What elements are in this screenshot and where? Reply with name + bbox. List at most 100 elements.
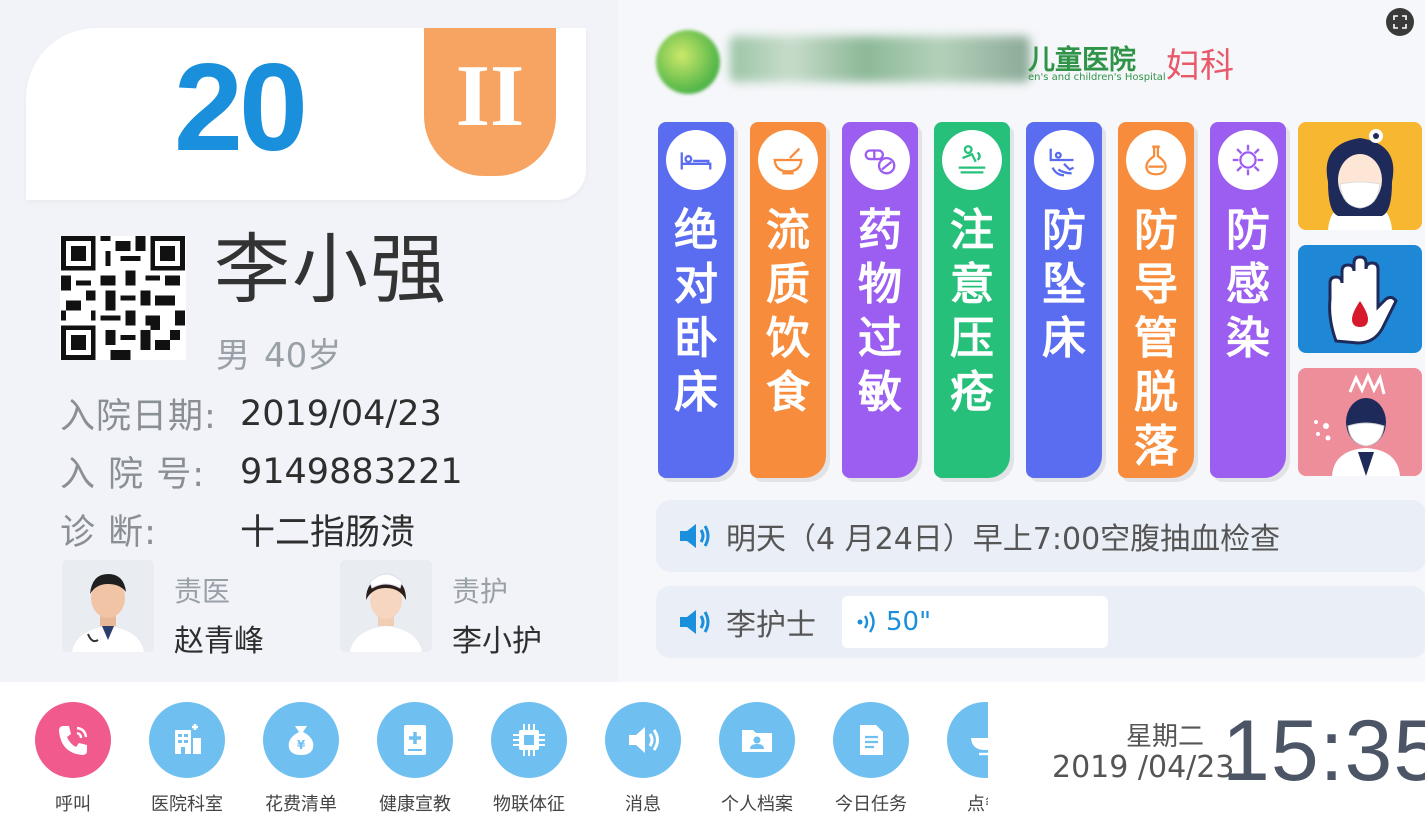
hospital-name-en: en's and children's Hospital [1028,72,1166,83]
department-name: 妇科 [1166,46,1234,86]
patient-age: 40岁 [264,336,342,376]
patient-qr-code[interactable] [60,236,186,360]
admission-number-label: 入 院 号: [60,455,206,495]
doctor-role: 责医 [174,575,231,608]
speaker-icon [680,610,710,634]
hand-blood-alert-icon[interactable] [1298,245,1422,353]
fullscreen-button[interactable] [1386,8,1414,36]
nav-label: 今日任务 [835,794,907,815]
patient-meta: 男 40岁 [216,328,341,377]
nav-label: 个人档案 [721,794,793,815]
admission-number-value: 9149883221 [240,451,463,492]
care-card-bed-rest[interactable]: 绝对卧床 [658,122,734,478]
nurse-avatar [340,560,432,652]
clock-time: 15:35 [1222,703,1425,799]
voice-wave-icon [857,611,875,633]
bed-icon [666,130,726,190]
speaker-icon [605,702,681,778]
nav-order-meal[interactable]: 点餐 [928,702,988,816]
nav-label: 呼叫 [55,794,91,815]
pressure-sore-icon [942,130,1002,190]
nav-label: 物联体征 [493,794,565,815]
nav-label: 消息 [625,794,661,815]
nav-iot-vitals[interactable]: 物联体征 [472,702,586,816]
care-card-fall-prevention[interactable]: 防坠床 [1026,122,1102,478]
phone-icon [35,702,111,778]
notice-message-text: 明天（4 月24日）早上7:00空腹抽血检查 [726,522,1281,557]
voice-play-button[interactable]: 50" [842,596,1108,648]
doctor-card[interactable]: 责医 赵青峰 [62,560,264,660]
folder-user-icon [719,702,795,778]
care-alert-cards: 绝对卧床 流质饮食 药物过敏 注意压疮 防坠床 防导管脱落 防感染 [658,122,1286,478]
voice-duration: 50" [886,607,932,637]
cough-alert-icon[interactable] [1298,368,1422,476]
bed-number: 20 [174,39,308,177]
care-level-badge: II [424,28,556,176]
flask-icon [1126,130,1186,190]
speaker-icon [680,524,710,548]
nav-call[interactable]: 呼叫 [16,702,130,816]
care-panel: 儿童医院 en's and children's Hospital 妇科 绝对卧… [618,0,1425,682]
diagnosis-row: 诊 断: 十二指肠溃 [60,504,415,555]
alert-pictures [1298,122,1422,491]
care-card-pressure-sore[interactable]: 注意压疮 [934,122,1010,478]
bed-card: 20 II [26,28,586,200]
nav-expense-list[interactable]: ¥ 花费清单 [244,702,358,816]
admit-date-label: 入院日期: [60,397,217,437]
diagnosis-label: 诊 断: [60,513,157,553]
nav-label: 花费清单 [265,794,337,815]
care-card-label: 药物过敏 [858,205,902,418]
nav-label: 健康宣教 [379,794,451,815]
care-card-label: 防导管脱落 [1134,205,1178,472]
admit-date-value: 2019/04/23 [240,393,442,434]
patient-panel: 20 II 李小强 男 40岁 入院日期: 2019/04/23 入 院 号: … [0,0,618,682]
nav-today-tasks[interactable]: 今日任务 [814,702,928,816]
bowl-icon [758,130,818,190]
care-card-liquid-diet[interactable]: 流质饮食 [750,122,826,478]
nav-label: 医院科室 [151,794,223,815]
nurse-mask-alert-icon[interactable] [1298,122,1422,230]
voice-sender: 李护士 [726,608,816,643]
nurse-role: 责护 [452,575,509,608]
meal-icon [947,702,988,778]
hospital-name-blurred [730,36,1030,82]
nav-hospital-departments[interactable]: 医院科室 [130,702,244,816]
nav-label: 点餐 [967,794,988,815]
care-card-label: 绝对卧床 [674,205,718,418]
doctor-name: 赵青峰 [174,624,264,659]
patient-gender: 男 [216,336,250,376]
diagnosis-value: 十二指肠溃 [240,513,416,553]
care-card-drug-allergy[interactable]: 药物过敏 [842,122,918,478]
building-icon [149,702,225,778]
svg-text:¥: ¥ [297,738,306,752]
admission-number-row: 入 院 号: 9149883221 [60,446,463,497]
care-card-label: 防坠床 [1042,205,1086,364]
care-card-infection[interactable]: 防感染 [1210,122,1286,478]
fullscreen-icon [1393,15,1407,29]
doctor-avatar [62,560,154,652]
nurse-name: 李小护 [452,624,542,659]
virus-icon [1218,130,1278,190]
voice-message[interactable]: 李护士 50" [656,586,1425,658]
document-icon [833,702,909,778]
health-book-icon [377,702,453,778]
hospital-logo-icon [656,30,720,94]
care-card-label: 流质饮食 [766,205,810,418]
pill-icon [850,130,910,190]
care-card-catheter[interactable]: 防导管脱落 [1118,122,1194,478]
care-card-label: 防感染 [1226,205,1270,364]
money-bag-icon: ¥ [263,702,339,778]
care-card-label: 注意压疮 [950,205,994,418]
nurse-card[interactable]: 责护 李小护 [340,560,542,660]
fall-icon [1034,130,1094,190]
nav-health-education[interactable]: 健康宣教 [358,702,472,816]
weekday: 星期二 [1126,722,1205,752]
notice-message[interactable]: 明天（4 月24日）早上7:00空腹抽血检查 [656,500,1425,572]
chip-icon [491,702,567,778]
nav-messages[interactable]: 消息 [586,702,700,816]
nav-personal-records[interactable]: 个人档案 [700,702,814,816]
nav-scroll-area[interactable]: 呼叫 医院科室 ¥ 花费清单 健康宣教 物联体征 消息 个人档案 今日任务 点 [0,682,988,838]
patient-name: 李小强 [214,225,448,314]
current-date: 2019 /04/23 [1052,750,1235,785]
admit-date-row: 入院日期: 2019/04/23 [60,388,442,439]
